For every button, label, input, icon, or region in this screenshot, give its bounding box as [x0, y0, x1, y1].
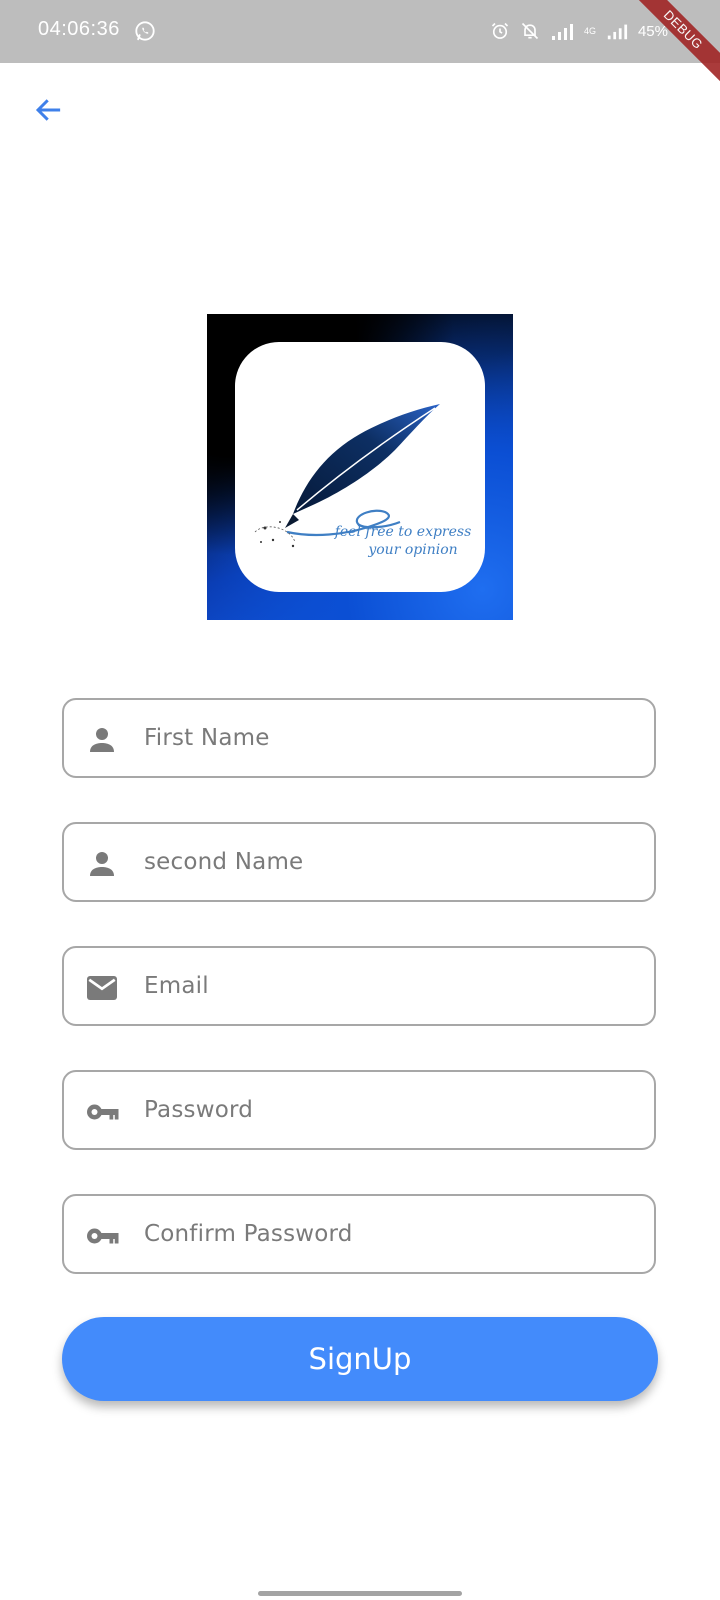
key-icon	[87, 1104, 119, 1120]
network-type: 4G	[583, 25, 596, 36]
status-icons: 4G 45%	[490, 19, 668, 43]
home-indicator[interactable]	[258, 1591, 462, 1596]
key-icon	[87, 1228, 119, 1244]
confirm-password-placeholder: Confirm Password	[144, 1221, 353, 1247]
signal-icon	[551, 24, 573, 40]
person-icon	[90, 852, 114, 876]
email-icon	[87, 976, 117, 1000]
confirm-password-field[interactable]: Confirm Password	[62, 1194, 656, 1274]
second-name-placeholder: second Name	[144, 849, 304, 875]
email-placeholder: Email	[144, 973, 209, 999]
back-button[interactable]	[28, 90, 68, 130]
first-name-field[interactable]: First Name	[62, 698, 656, 778]
app-logo: feel free to express your opinion	[207, 314, 513, 620]
password-placeholder: Password	[144, 1097, 254, 1123]
person-icon	[90, 728, 114, 752]
password-field[interactable]: Password	[62, 1070, 656, 1150]
logo-card: feel free to express your opinion	[235, 342, 485, 592]
arrow-back-icon	[35, 99, 61, 121]
first-name-placeholder: First Name	[144, 725, 270, 751]
signal-icon	[607, 24, 628, 40]
logo-tagline: your opinion	[368, 542, 458, 558]
logo-tagline: feel free to express	[334, 524, 472, 540]
status-time: 04:06:36	[38, 18, 120, 40]
status-bar: 04:06:36 4G 45%	[0, 0, 720, 63]
alarm-icon	[491, 22, 509, 39]
second-name-field[interactable]: second Name	[62, 822, 656, 902]
mute-icon	[521, 22, 539, 40]
whatsapp-icon	[135, 21, 155, 41]
signup-button[interactable]: SignUp	[62, 1317, 658, 1401]
email-field[interactable]: Email	[62, 946, 656, 1026]
